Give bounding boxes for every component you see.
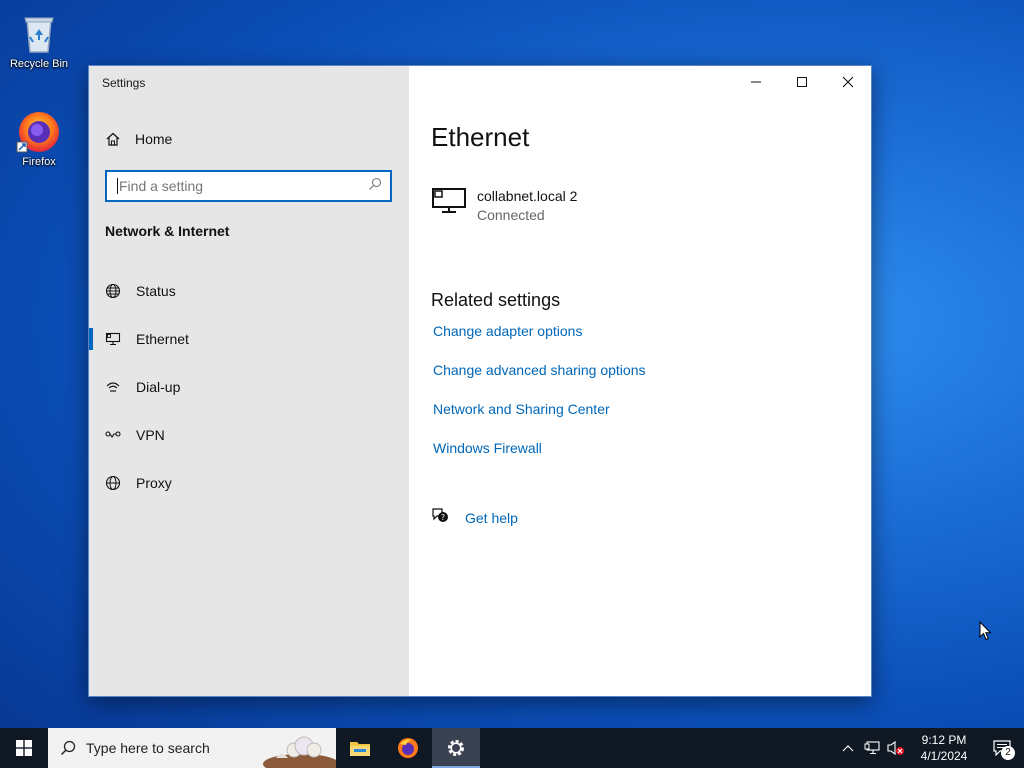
mouse-cursor-icon bbox=[979, 620, 992, 646]
vpn-icon bbox=[105, 427, 121, 443]
desktop-icon-firefox[interactable]: Firefox bbox=[1, 106, 77, 169]
settings-search-input[interactable] bbox=[119, 178, 368, 194]
home-icon bbox=[105, 131, 125, 147]
search-highlight-illustration-icon bbox=[256, 728, 336, 768]
nav-item-status[interactable]: Status bbox=[89, 271, 409, 311]
settings-nav-pane: Settings Home Network & Internet Status bbox=[89, 66, 409, 696]
nav-item-dialup[interactable]: Dial-up bbox=[89, 367, 409, 407]
page-title: Ethernet bbox=[431, 122, 530, 152]
minimize-icon bbox=[751, 81, 761, 83]
system-tray: 9:12 PM 4/1/2024 2 bbox=[836, 728, 1024, 768]
nav-home-button[interactable]: Home bbox=[105, 126, 172, 152]
network-wired-icon bbox=[864, 741, 880, 755]
taskbar-clock[interactable]: 9:12 PM 4/1/2024 bbox=[908, 732, 980, 764]
link-windows-firewall[interactable]: Windows Firewall bbox=[433, 440, 542, 456]
help-chat-icon: ? bbox=[431, 506, 449, 529]
search-icon bbox=[368, 177, 382, 196]
maximize-icon bbox=[797, 77, 807, 87]
taskbar-search-box[interactable]: Type here to search bbox=[48, 728, 336, 768]
nav-item-vpn[interactable]: VPN bbox=[89, 415, 409, 455]
window-caption-buttons bbox=[733, 66, 871, 98]
text-caret bbox=[117, 178, 118, 194]
close-button[interactable] bbox=[825, 66, 871, 98]
taskbar: Type here to search 9:12 PM 4/1/2024 2 bbox=[0, 728, 1024, 768]
firefox-icon bbox=[15, 106, 63, 154]
nav-section-title: Network & Internet bbox=[105, 223, 230, 239]
window-title: Settings bbox=[102, 76, 146, 90]
action-center-button[interactable]: 2 bbox=[980, 728, 1024, 768]
nav-item-label: Proxy bbox=[136, 475, 172, 491]
clock-date: 4/1/2024 bbox=[920, 749, 968, 763]
link-advanced-sharing-options[interactable]: Change advanced sharing options bbox=[433, 362, 646, 378]
gear-icon bbox=[448, 740, 464, 756]
connection-status: Connected bbox=[477, 207, 545, 223]
network-adapter-icon bbox=[431, 186, 467, 221]
minimize-button[interactable] bbox=[733, 66, 779, 98]
dialup-icon bbox=[105, 379, 121, 395]
desktop-icon-label: Recycle Bin bbox=[9, 58, 69, 70]
search-icon bbox=[60, 740, 76, 756]
taskbar-firefox[interactable] bbox=[384, 728, 432, 768]
get-help-link[interactable]: Get help bbox=[465, 510, 518, 526]
taskbar-settings[interactable] bbox=[432, 728, 480, 768]
recycle-bin-icon bbox=[15, 8, 63, 56]
network-tray-button[interactable] bbox=[860, 728, 884, 768]
clock-time: 9:12 PM bbox=[921, 733, 967, 747]
volume-muted-icon bbox=[887, 740, 904, 756]
nav-item-ethernet[interactable]: Ethernet bbox=[89, 319, 409, 359]
windows-logo-icon bbox=[16, 740, 32, 756]
connection-name: collabnet.local 2 bbox=[477, 188, 578, 204]
link-network-sharing-center[interactable]: Network and Sharing Center bbox=[433, 401, 610, 417]
proxy-globe-icon bbox=[105, 475, 121, 491]
related-settings-title: Related settings bbox=[431, 290, 561, 310]
start-button[interactable] bbox=[0, 728, 48, 768]
get-help-row: ? Get help bbox=[431, 506, 518, 529]
notification-count-badge: 2 bbox=[1001, 746, 1015, 760]
taskbar-search-placeholder: Type here to search bbox=[86, 740, 210, 756]
nav-item-label: Ethernet bbox=[136, 331, 189, 347]
firefox-icon bbox=[398, 738, 418, 758]
taskbar-file-explorer[interactable] bbox=[336, 728, 384, 768]
show-hidden-icons-button[interactable] bbox=[836, 728, 860, 768]
ethernet-icon bbox=[105, 331, 121, 347]
desktop-icon-recycle-bin[interactable]: Recycle Bin bbox=[1, 8, 77, 71]
nav-item-label: Dial-up bbox=[136, 379, 181, 395]
file-explorer-icon bbox=[350, 742, 370, 756]
link-change-adapter-options[interactable]: Change adapter options bbox=[433, 323, 582, 339]
volume-tray-button[interactable] bbox=[884, 728, 908, 768]
nav-item-proxy[interactable]: Proxy bbox=[89, 463, 409, 503]
status-globe-icon bbox=[105, 283, 121, 299]
desktop-icon-label: Firefox bbox=[22, 156, 56, 168]
nav-item-label: Status bbox=[136, 283, 176, 299]
maximize-button[interactable] bbox=[779, 66, 825, 98]
svg-text:?: ? bbox=[441, 513, 445, 522]
settings-window: Settings Home Network & Internet Status bbox=[88, 65, 872, 697]
nav-item-label: VPN bbox=[136, 427, 165, 443]
settings-search-box[interactable] bbox=[105, 170, 392, 202]
close-icon bbox=[842, 76, 854, 88]
chevron-up-icon bbox=[842, 745, 854, 752]
nav-home-label: Home bbox=[135, 131, 173, 147]
ethernet-connection-item[interactable]: collabnet.local 2 Connected bbox=[431, 186, 731, 223]
